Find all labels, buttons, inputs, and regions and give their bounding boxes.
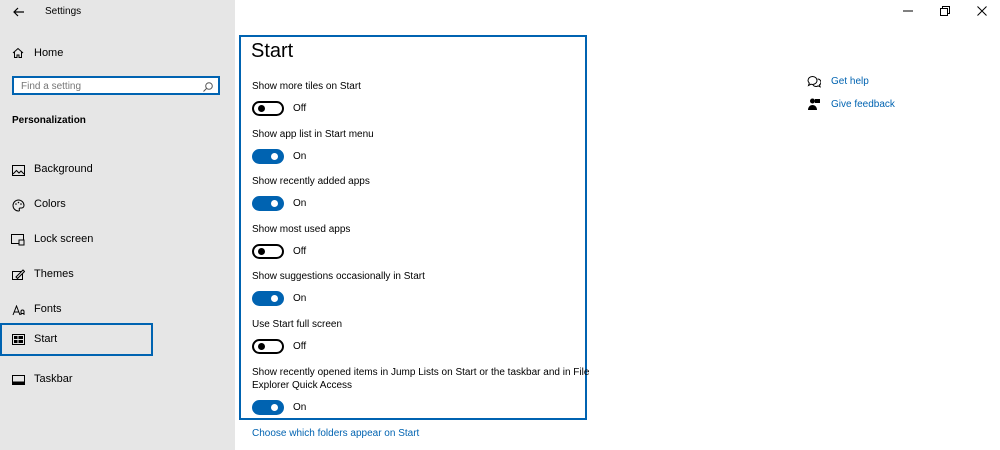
setting-label: Show most used apps [252, 224, 351, 235]
sidebar-item-label: Background [34, 163, 93, 175]
search-icon[interactable] [202, 80, 214, 92]
setting-label: Use Start full screen [252, 319, 343, 330]
palette-icon [11, 198, 25, 212]
sidebar-item-label: Colors [34, 198, 66, 210]
close-button[interactable] [963, 0, 1000, 22]
sidebar-item-lock-screen[interactable]: Lock screen [0, 225, 235, 255]
toggle-state-text: Off [293, 340, 307, 352]
toggle-switch[interactable] [252, 290, 284, 306]
setting-full-screen: Use Start full screen Off [252, 318, 592, 354]
close-icon [976, 6, 987, 16]
toggle-switch[interactable] [252, 195, 284, 211]
help-chat-icon [807, 74, 821, 88]
toggle-state-text: On [293, 197, 307, 209]
toggle-state-text: Off [293, 245, 307, 257]
get-help-label: Get help [831, 75, 869, 87]
sidebar-item-label: Start [34, 333, 58, 345]
lock-screen-icon [11, 233, 25, 247]
sidebar-item-label: Home [34, 47, 64, 59]
minimize-button[interactable] [889, 0, 926, 22]
sidebar-item-background[interactable]: Background [0, 155, 235, 185]
sidebar-item-fonts[interactable]: Fonts [0, 295, 235, 325]
setting-show-recently-added: Show recently added apps On [252, 175, 592, 211]
toggle-switch[interactable] [252, 100, 284, 116]
setting-show-app-list: Show app list in Start menu On [252, 128, 592, 164]
feedback-person-icon [807, 97, 821, 111]
toggle-state-text: On [293, 150, 307, 162]
toggle-state-text: On [293, 401, 307, 413]
get-help-link[interactable]: Get help [807, 74, 869, 88]
search-input[interactable]: Find a setting [12, 76, 220, 95]
setting-label: Show suggestions occasionally in Start [252, 271, 425, 282]
search-placeholder: Find a setting [21, 81, 82, 92]
give-feedback-label: Give feedback [831, 98, 895, 110]
setting-label: Show more tiles on Start [252, 81, 361, 92]
sidebar-item-label: Lock screen [34, 233, 94, 245]
sidebar-item-themes[interactable]: Themes [0, 260, 235, 290]
sidebar-item-label: Themes [34, 268, 74, 280]
minimize-icon [902, 10, 913, 12]
sidebar-item-colors[interactable]: Colors [0, 190, 235, 220]
give-feedback-link[interactable]: Give feedback [807, 97, 895, 111]
sidebar-item-label: Taskbar [34, 373, 73, 385]
sidebar-item-home[interactable]: Home [0, 42, 235, 64]
page-title: Start [251, 40, 294, 62]
themes-icon [11, 268, 25, 282]
fonts-icon [11, 303, 25, 317]
toggle-switch[interactable] [252, 399, 284, 415]
home-icon [11, 46, 25, 60]
sidebar-item-start[interactable]: Start [0, 323, 153, 356]
setting-label: Show recently added apps [252, 176, 370, 187]
sidebar-item-label: Fonts [34, 303, 62, 315]
start-icon [11, 332, 25, 346]
setting-show-suggestions: Show suggestions occasionally in Start O… [252, 270, 592, 306]
choose-folders-link[interactable]: Choose which folders appear on Start [252, 428, 419, 439]
section-title: Personalization [12, 115, 86, 126]
picture-icon [11, 163, 25, 177]
restore-icon [939, 6, 950, 16]
restore-button[interactable] [926, 0, 963, 22]
setting-label: Show app list in Start menu [252, 129, 374, 140]
setting-show-most-used: Show most used apps Off [252, 223, 592, 259]
back-arrow-icon[interactable] [10, 3, 28, 21]
taskbar-icon [11, 373, 25, 387]
window-controls [889, 0, 1000, 22]
toggle-switch[interactable] [252, 148, 284, 164]
toggle-state-text: Off [293, 102, 307, 114]
setting-label: Show recently opened items in Jump Lists… [252, 367, 590, 391]
app-title: Settings [45, 6, 82, 17]
sidebar: Settings Home Find a setting Personaliza… [0, 0, 235, 450]
setting-show-more-tiles: Show more tiles on Start Off [252, 80, 592, 116]
toggle-switch[interactable] [252, 243, 284, 259]
setting-jump-lists: Show recently opened items in Jump Lists… [252, 366, 592, 415]
toggle-switch[interactable] [252, 338, 284, 354]
sidebar-item-taskbar[interactable]: Taskbar [0, 365, 235, 395]
toggle-state-text: On [293, 292, 307, 304]
